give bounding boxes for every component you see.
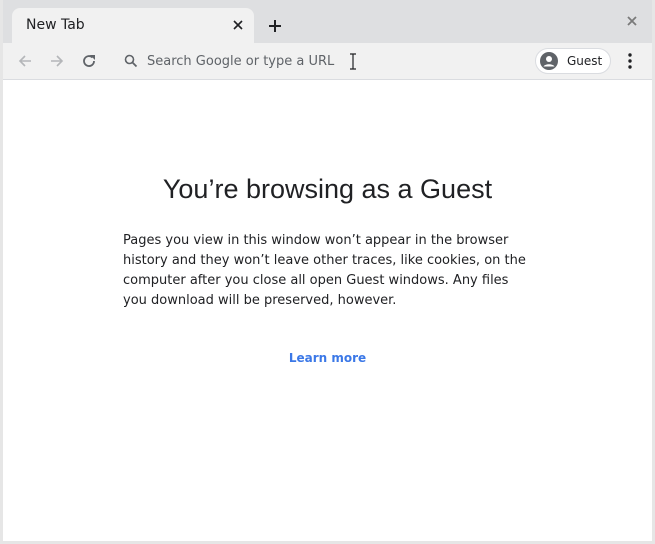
menu-button[interactable] bbox=[620, 49, 640, 73]
profile-label: Guest bbox=[567, 54, 603, 68]
back-button[interactable] bbox=[13, 49, 37, 73]
reload-button[interactable] bbox=[77, 49, 101, 73]
tab-title: New Tab bbox=[26, 17, 85, 33]
guest-page: You’re browsing as a Guest Pages you vie… bbox=[3, 80, 652, 541]
account-circle-icon bbox=[540, 52, 558, 70]
toolbar: Guest bbox=[3, 43, 652, 80]
close-icon bbox=[627, 16, 637, 26]
forward-button[interactable] bbox=[45, 49, 69, 73]
text-cursor-icon bbox=[350, 53, 356, 70]
new-tab-button[interactable] bbox=[263, 14, 287, 38]
tab-strip: New Tab bbox=[3, 0, 652, 43]
search-icon bbox=[124, 54, 138, 68]
window-close-button[interactable] bbox=[624, 13, 640, 29]
arrow-left-icon bbox=[18, 55, 31, 67]
omnibox-input[interactable] bbox=[147, 51, 507, 71]
tab-new-tab[interactable]: New Tab bbox=[12, 8, 254, 43]
profile-button[interactable]: Guest bbox=[535, 48, 611, 74]
omnibox[interactable] bbox=[113, 47, 529, 75]
learn-more-link[interactable]: Learn more bbox=[3, 351, 652, 365]
reload-icon bbox=[83, 55, 95, 67]
tab-close-icon[interactable] bbox=[230, 17, 246, 33]
page-title: You’re browsing as a Guest bbox=[162, 174, 493, 204]
browser-window: New Tab Search Google or type a URL Gues… bbox=[0, 0, 655, 544]
guest-description: Pages you view in this window won’t appe… bbox=[123, 233, 526, 308]
plus-icon bbox=[269, 20, 281, 32]
arrow-right-icon bbox=[51, 55, 64, 67]
more-vert-icon bbox=[628, 53, 632, 69]
